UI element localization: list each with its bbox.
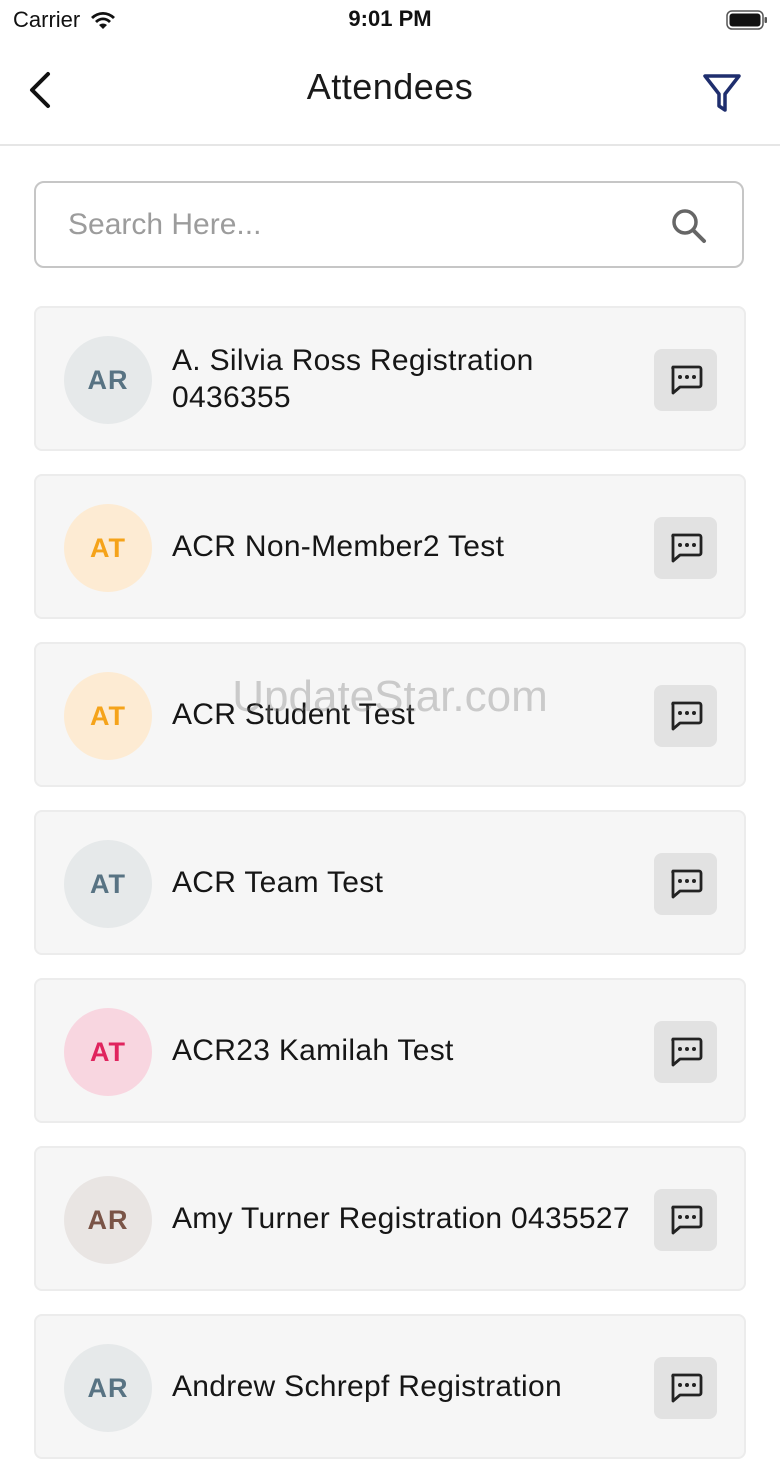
search-icon[interactable] [670, 207, 708, 245]
chat-bubble-icon [670, 365, 702, 395]
attendee-name: A. Silvia Ross Registration 0436355 [172, 343, 534, 414]
message-button[interactable] [654, 1357, 717, 1419]
avatar: AR [64, 1344, 152, 1432]
search-bar [34, 181, 744, 268]
avatar: AT [64, 1008, 152, 1096]
chat-bubble-icon [670, 1205, 702, 1235]
search-input[interactable] [68, 201, 628, 249]
avatar: AT [64, 840, 152, 928]
filter-button[interactable] [702, 72, 742, 114]
attendee-name: Amy Turner Registration 0435527 [172, 1202, 630, 1235]
status-time: 9:01 PM [348, 6, 432, 31]
chat-bubble-icon [670, 869, 702, 899]
attendee-name-wrap: ACR23 Kamilah Test [172, 980, 652, 1121]
attendee-card[interactable]: AT ACR Team Test [34, 810, 746, 955]
attendee-card[interactable]: AR Amy Turner Registration 0435527 [34, 1146, 746, 1291]
avatar: AR [64, 336, 152, 424]
attendee-name: ACR23 Kamilah Test [172, 1034, 454, 1067]
chat-bubble-icon [670, 533, 702, 563]
avatar: AT [64, 672, 152, 760]
message-button[interactable] [654, 853, 717, 915]
message-button[interactable] [654, 349, 717, 411]
message-button[interactable] [654, 1189, 717, 1251]
chat-bubble-icon [670, 701, 702, 731]
attendee-name-wrap: Amy Turner Registration 0435527 [172, 1148, 652, 1289]
avatar: AR [64, 1176, 152, 1264]
message-button[interactable] [654, 1021, 717, 1083]
message-button[interactable] [654, 517, 717, 579]
navigation-bar: Attendees [0, 40, 780, 146]
attendee-name-wrap: ACR Non-Member2 Test [172, 476, 652, 617]
attendee-name: ACR Non-Member2 Test [172, 530, 505, 563]
attendee-name: ACR Student Test [172, 698, 415, 731]
page-title: Attendees [306, 66, 474, 107]
chat-bubble-icon [670, 1037, 702, 1067]
attendee-name-wrap: A. Silvia Ross Registration 0436355 [172, 308, 652, 449]
attendee-card[interactable]: AT ACR Student Test [34, 642, 746, 787]
avatar: AT [64, 504, 152, 592]
battery-icon [726, 10, 767, 30]
filter-funnel-icon [703, 74, 741, 112]
attendee-name-wrap: ACR Student Test [172, 644, 652, 785]
attendee-name: ACR Team Test [172, 866, 384, 899]
attendee-name-wrap: ACR Team Test [172, 812, 652, 953]
attendee-list: AR A. Silvia Ross Registration 0436355 AT A… [34, 306, 746, 1482]
message-button[interactable] [654, 685, 717, 747]
chat-bubble-icon [670, 1373, 702, 1403]
attendee-card[interactable]: AT ACR Non-Member2 Test [34, 474, 746, 619]
attendee-card[interactable]: AT ACR23 Kamilah Test [34, 978, 746, 1123]
status-bar: Carrier 9:01 PM [0, 0, 780, 40]
attendee-card[interactable]: AR A. Silvia Ross Registration 0436355 [34, 306, 746, 451]
